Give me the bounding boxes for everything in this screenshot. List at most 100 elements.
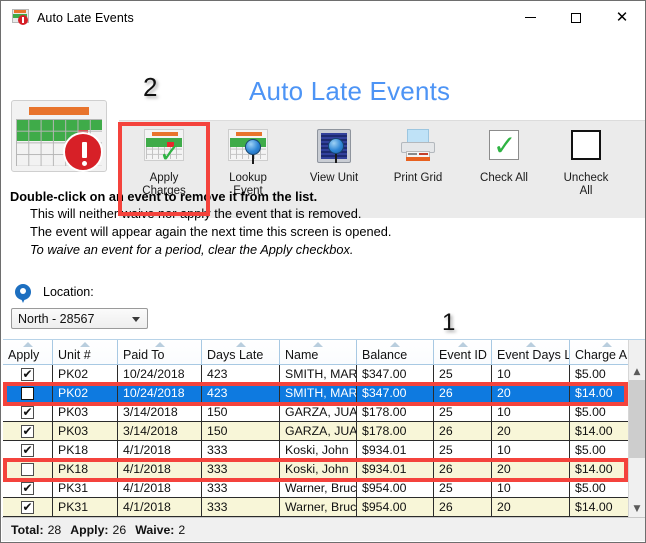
cell-event-days-late: 10 bbox=[492, 365, 570, 383]
grid-header-row: Apply Unit # Paid To Days Late Name Balance Ev… bbox=[3, 340, 645, 365]
apply-checkbox-cell[interactable]: ✔ bbox=[3, 479, 53, 497]
grid-column-header-label: Event Days L bbox=[497, 348, 570, 362]
map-pin-icon bbox=[15, 284, 31, 303]
minimize-button[interactable] bbox=[507, 1, 553, 34]
apply-checkbox[interactable]: ✔ bbox=[21, 405, 34, 419]
apply-checkbox-cell[interactable]: ✔ bbox=[3, 441, 53, 459]
cell-event-id: 25 bbox=[434, 441, 492, 459]
cell-event-days-late: 20 bbox=[492, 460, 570, 478]
cell-paid-to: 4/1/2018 bbox=[118, 479, 202, 497]
grid-column-header-name[interactable]: Name bbox=[280, 340, 357, 364]
cell-event-days-late: 20 bbox=[492, 384, 570, 402]
cell-unit: PK18 bbox=[53, 441, 118, 459]
scroll-down-icon[interactable]: ▼ bbox=[629, 500, 645, 517]
grid-column-header-label: Unit # bbox=[58, 348, 91, 362]
grid-column-header-label: Apply bbox=[8, 348, 40, 362]
apply-checkbox[interactable]: ✔ bbox=[21, 481, 34, 495]
page-title: Auto Late Events bbox=[249, 76, 451, 106]
grid-column-header-paid-to[interactable]: Paid To bbox=[118, 340, 202, 364]
cell-days-late: 150 bbox=[202, 403, 280, 421]
sort-caret-icon bbox=[457, 342, 468, 347]
table-row[interactable]: PK02 10/24/2018 423 SMITH, MAR $347.00 26 20 $1… bbox=[3, 384, 645, 403]
grid-column-header-label: Balance bbox=[362, 348, 408, 362]
close-button[interactable]: ✕ bbox=[599, 1, 645, 34]
grid-column-header-event-days-l[interactable]: Event Days L bbox=[492, 340, 570, 364]
chevron-down-icon bbox=[132, 317, 140, 322]
cell-unit: PK31 bbox=[53, 498, 118, 516]
maximize-button[interactable] bbox=[553, 1, 599, 34]
apply-checkbox[interactable]: ✔ bbox=[21, 367, 34, 381]
cell-name: GARZA, JUAN bbox=[280, 422, 357, 440]
apply-checkbox-cell[interactable]: ✔ bbox=[3, 498, 53, 516]
grid-column-header-unit[interactable]: Unit # bbox=[53, 340, 118, 364]
sort-caret-icon bbox=[154, 342, 165, 347]
table-row[interactable]: ✔ PK02 10/24/2018 423 SMITH, MAR $347.00 25 10 $… bbox=[3, 365, 645, 384]
grid-column-header-days-late[interactable]: Days Late bbox=[202, 340, 280, 364]
uncheck-all-toolbar-button[interactable]: Uncheck All bbox=[556, 127, 616, 198]
table-row[interactable]: ✔ PK18 4/1/2018 333 Koski, John $934.01 25 10 $5… bbox=[3, 441, 645, 460]
apply-checkbox[interactable]: ✔ bbox=[21, 443, 34, 457]
instructions-block: Double-click on an event to remove it fr… bbox=[10, 188, 530, 259]
instruction-line-4: To waive an event for a period, clear th… bbox=[30, 242, 354, 257]
status-total-label: Total: bbox=[11, 522, 44, 537]
auto-late-events-window: Auto Late Events ✕ Auto Late Events ✓ Ap… bbox=[0, 0, 646, 543]
apply-checkbox[interactable]: ✔ bbox=[21, 424, 34, 438]
check-all-label: Check All bbox=[480, 172, 528, 184]
cell-days-late: 333 bbox=[202, 479, 280, 497]
cell-name: Warner, Bruc bbox=[280, 498, 357, 516]
cell-unit: PK02 bbox=[53, 384, 118, 402]
instruction-line-3: The event will appear again the next tim… bbox=[30, 224, 392, 239]
apply-checkbox-cell[interactable]: ✔ bbox=[3, 422, 53, 440]
cell-paid-to: 4/1/2018 bbox=[118, 498, 202, 516]
cell-balance: $934.01 bbox=[357, 460, 434, 478]
cell-balance: $178.00 bbox=[357, 422, 434, 440]
lookup-event-label-1: Lookup bbox=[229, 172, 267, 184]
apply-checkbox-cell[interactable]: ✔ bbox=[3, 365, 53, 383]
cell-event-days-late: 20 bbox=[492, 422, 570, 440]
window-title: Auto Late Events bbox=[37, 10, 134, 25]
grid-column-header-label: Name bbox=[285, 348, 319, 362]
cell-paid-to: 3/14/2018 bbox=[118, 422, 202, 440]
location-select[interactable]: North - 28567 bbox=[11, 308, 148, 329]
table-row[interactable]: ✔ PK31 4/1/2018 333 Warner, Bruc $954.00 25 10 $… bbox=[3, 479, 645, 498]
calendar-search-icon bbox=[225, 127, 271, 167]
apply-checkbox-cell[interactable] bbox=[3, 384, 53, 402]
cell-days-late: 333 bbox=[202, 441, 280, 459]
cell-days-late: 150 bbox=[202, 422, 280, 440]
status-apply-value: 26 bbox=[112, 522, 127, 537]
checkmark-box-icon: ✓ bbox=[481, 127, 527, 167]
instruction-line-2: This will neither waive nor apply the ev… bbox=[30, 206, 362, 221]
grid-vertical-scrollbar[interactable]: ▲ ▼ bbox=[628, 340, 645, 518]
cell-balance: $178.00 bbox=[357, 403, 434, 421]
status-apply-label: Apply: bbox=[70, 522, 109, 537]
grid-column-header-apply[interactable]: Apply bbox=[3, 340, 53, 364]
status-total-value: 28 bbox=[47, 522, 62, 537]
apply-charges-label-1: Apply bbox=[149, 172, 179, 184]
sort-caret-icon bbox=[601, 342, 612, 347]
scrollbar-thumb[interactable] bbox=[629, 380, 645, 458]
cell-event-id: 25 bbox=[434, 479, 492, 497]
scroll-up-icon[interactable]: ▲ bbox=[629, 363, 645, 380]
cell-unit: PK03 bbox=[53, 403, 118, 421]
cell-event-id: 26 bbox=[434, 498, 492, 516]
window-controls: ✕ bbox=[507, 1, 645, 34]
table-row[interactable]: ✔ PK31 4/1/2018 333 Warner, Bruc $954.00 26 20 $… bbox=[3, 498, 645, 517]
table-row[interactable]: ✔PK033/14/2018150GARZA, JUAN$178.002510$… bbox=[3, 403, 645, 422]
apply-checkbox[interactable]: ✔ bbox=[21, 500, 34, 514]
status-waive: Waive: 2 bbox=[135, 523, 185, 537]
apply-checkbox[interactable] bbox=[21, 462, 34, 476]
grid-column-header-balance[interactable]: Balance bbox=[357, 340, 434, 364]
apply-checkbox[interactable] bbox=[21, 386, 34, 400]
apply-checkbox-cell[interactable]: ✔ bbox=[3, 403, 53, 421]
view-unit-label: View Unit bbox=[309, 172, 359, 184]
status-waive-value: 2 bbox=[178, 522, 186, 537]
cell-days-late: 423 bbox=[202, 384, 280, 402]
cell-unit: PK03 bbox=[53, 422, 118, 440]
grid-column-header-event-id[interactable]: Event ID bbox=[434, 340, 492, 364]
view-unit-toolbar-button[interactable]: View Unit bbox=[304, 127, 364, 185]
table-row[interactable]: ✔PK033/14/2018150GARZA, JUAN$178.002620$… bbox=[3, 422, 645, 441]
check-all-toolbar-button[interactable]: ✓ Check All bbox=[474, 127, 534, 185]
table-row[interactable]: PK18 4/1/2018 333 Koski, John $934.01 26 20 $14… bbox=[3, 460, 645, 479]
print-grid-toolbar-button[interactable]: Print Grid bbox=[388, 127, 448, 185]
apply-checkbox-cell[interactable] bbox=[3, 460, 53, 478]
